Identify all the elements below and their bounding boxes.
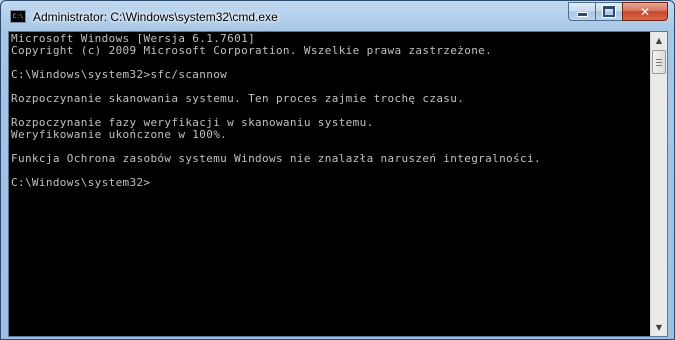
- close-button[interactable]: ✕: [622, 2, 668, 21]
- thumb-grip-line: [656, 59, 662, 60]
- console-output[interactable]: Microsoft Windows [Wersja 6.1.7601] Copyr…: [9, 32, 650, 336]
- thumb-grip-line: [656, 62, 662, 63]
- thumb-grip-line: [656, 65, 662, 66]
- minimize-button[interactable]: [568, 2, 595, 21]
- caption-buttons: ✕: [568, 2, 668, 21]
- maximize-icon: [602, 5, 616, 18]
- vertical-scrollbar[interactable]: ▲ ▼: [650, 32, 667, 336]
- maximize-button[interactable]: [595, 2, 622, 21]
- minimize-icon: [576, 12, 588, 17]
- console-line: Copyright (c) 2009 Microsoft Corporation…: [11, 44, 493, 57]
- scroll-up-icon[interactable]: ▲: [651, 32, 667, 49]
- cmd-console-icon[interactable]: C:\: [10, 10, 26, 23]
- console-line: Weryfikowanie ukończone w 100%.: [11, 128, 228, 141]
- console-line: Funkcja Ochrona zasobów systemu Windows …: [11, 152, 541, 165]
- window-title: Administrator: C:\Windows\system32\cmd.e…: [33, 10, 278, 24]
- title-bar[interactable]: C:\ Administrator: C:\Windows\system32\c…: [1, 1, 674, 31]
- console-line: C:\Windows\system32>: [11, 176, 151, 189]
- scroll-down-icon[interactable]: ▼: [651, 319, 667, 336]
- close-icon: ✕: [639, 4, 651, 19]
- console-line: Rozpoczynanie skanowania systemu. Ten pr…: [11, 92, 465, 105]
- console-line: C:\Windows\system32>sfc/scannow: [11, 68, 228, 81]
- cmd-window: C:\ Administrator: C:\Windows\system32\c…: [0, 0, 675, 340]
- console-client-area: Microsoft Windows [Wersja 6.1.7601] Copyr…: [8, 31, 668, 337]
- scroll-thumb[interactable]: [652, 50, 666, 74]
